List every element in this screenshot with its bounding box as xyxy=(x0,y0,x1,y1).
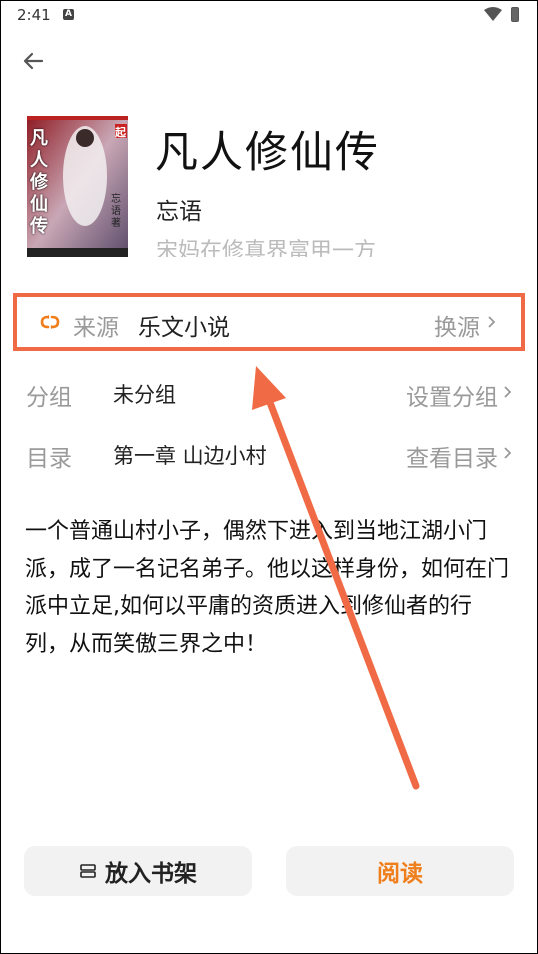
read-button[interactable]: 阅读 xyxy=(286,846,514,896)
read-label: 阅读 xyxy=(377,861,423,887)
set-group-button[interactable]: 设置分组 xyxy=(406,378,498,412)
chevron-right-icon xyxy=(504,386,512,398)
status-time: 2:41 xyxy=(17,6,51,24)
catalog-label: 目录 xyxy=(26,446,72,472)
book-title: 凡人修仙传 xyxy=(155,128,380,178)
catalog-row[interactable]: 目录 第一章 山边小村 查看目录 xyxy=(0,428,538,478)
wifi-icon xyxy=(484,7,502,21)
chevron-right-icon xyxy=(488,316,496,328)
add-to-shelf-label: 放入书架 xyxy=(105,861,197,887)
change-source-button[interactable]: 换源 xyxy=(434,308,480,342)
cover-title: 凡人修仙传 xyxy=(30,128,48,237)
cover-badge: 起 xyxy=(115,126,126,139)
group-label: 分组 xyxy=(26,385,72,411)
book-author: 忘语 xyxy=(156,199,202,225)
view-catalog-button[interactable]: 查看目录 xyxy=(406,439,498,473)
refresh-icon xyxy=(40,315,60,329)
book-cover: 凡人修仙传 起 忘语著 xyxy=(27,116,128,257)
notification-icon: A xyxy=(63,9,74,20)
book-description: 一个普通山村小子，偶然下进入到当地江湖小门派，成了一名记名弟子。他以这样身份，如… xyxy=(25,519,510,658)
catalog-value: 第一章 山边小村 xyxy=(113,444,267,468)
chevron-right-icon xyxy=(504,447,512,459)
group-row[interactable]: 分组 未分组 设置分组 xyxy=(0,367,538,417)
source-row[interactable]: 来源 乐文小说 换源 xyxy=(0,297,538,347)
back-arrow-icon[interactable] xyxy=(20,48,46,74)
source-label: 来源 xyxy=(73,315,119,341)
battery-icon xyxy=(511,7,519,22)
bookshelf-icon xyxy=(80,864,96,878)
cover-author: 忘语著 xyxy=(111,194,121,229)
add-to-shelf-button[interactable]: 放入书架 xyxy=(24,846,252,896)
source-value: 乐文小说 xyxy=(138,315,230,341)
group-value: 未分组 xyxy=(113,383,176,407)
status-bar: 2:41 A xyxy=(0,0,538,30)
book-intro-preview: 宋妈在修真界富甲一方 xyxy=(156,239,377,257)
